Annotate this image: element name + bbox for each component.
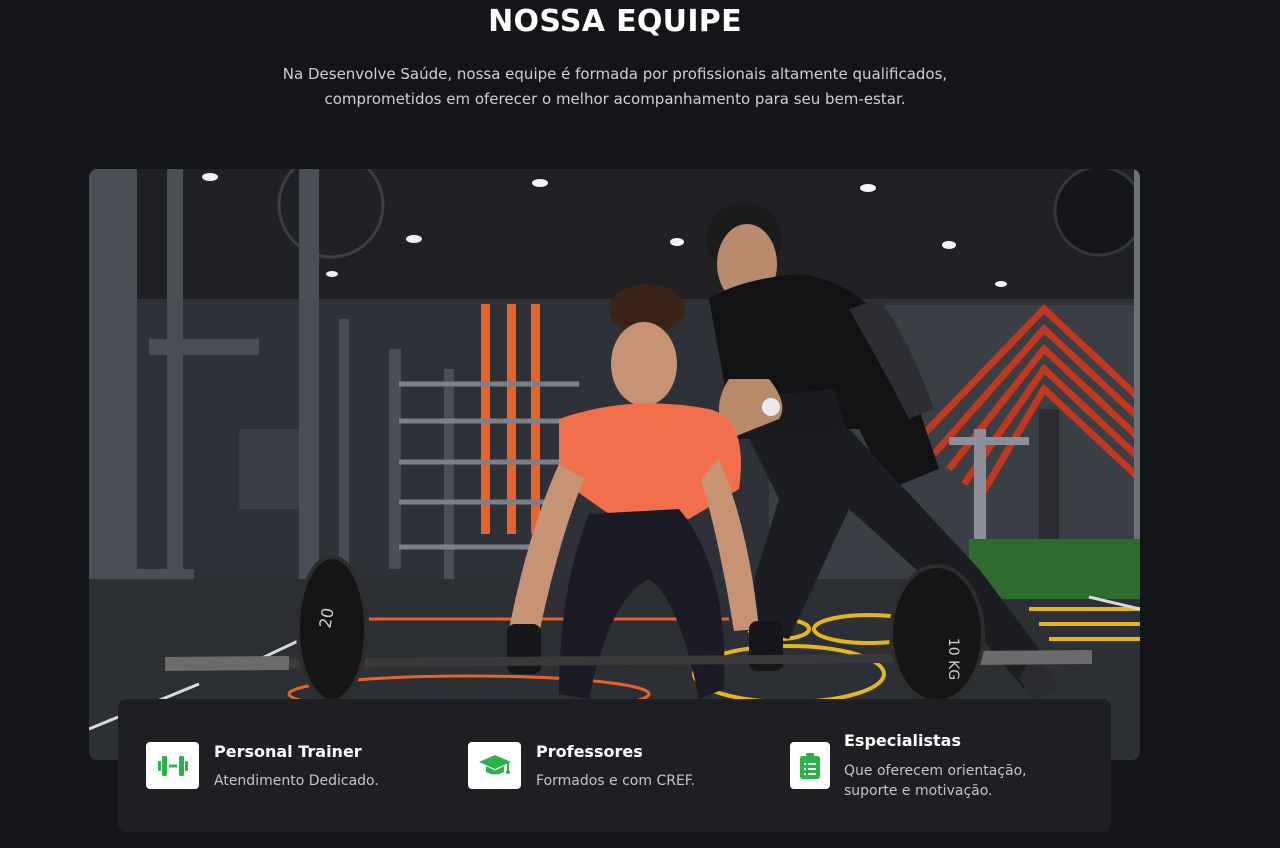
dumbbell-icon	[157, 755, 188, 776]
subtitle-line-2: comprometidos em oferecer o melhor acomp…	[324, 90, 906, 108]
feature-description: Formados e com CREF.	[536, 773, 696, 789]
feature-title: Personal Trainer	[214, 742, 362, 761]
plate-left-label: 20	[315, 606, 337, 629]
feature-icon-box	[790, 742, 830, 789]
feature-description: Atendimento Dedicado.	[214, 773, 379, 789]
feature-description: Que oferecem orientação, suporte e motiv…	[844, 763, 1027, 799]
feature-icon-box	[146, 742, 199, 789]
team-section: NOSSA EQUIPE Na Desenvolve Saúde, nossa …	[0, 0, 1280, 848]
graduation-cap-icon	[478, 754, 511, 774]
ceiling	[89, 169, 1140, 309]
team-photo: 20 10 KG	[89, 169, 1140, 760]
section-subtitle: Na Desenvolve Saúde, nossa equipe é form…	[230, 62, 1000, 112]
feature-icon-box	[468, 742, 521, 789]
features-card: Personal Trainer Atendimento Dedicado. P…	[118, 699, 1111, 832]
clipboard-icon	[800, 752, 820, 779]
section-title: NOSSA EQUIPE	[488, 4, 742, 39]
plate-right-label: 10 KG	[945, 638, 961, 680]
feature-title: Especialistas	[844, 731, 961, 750]
feature-title: Professores	[536, 742, 643, 761]
gym-scene: 20 10 KG	[89, 169, 1140, 760]
fan-right	[1053, 169, 1140, 257]
subtitle-line-1: Na Desenvolve Saúde, nossa equipe é form…	[282, 65, 948, 83]
